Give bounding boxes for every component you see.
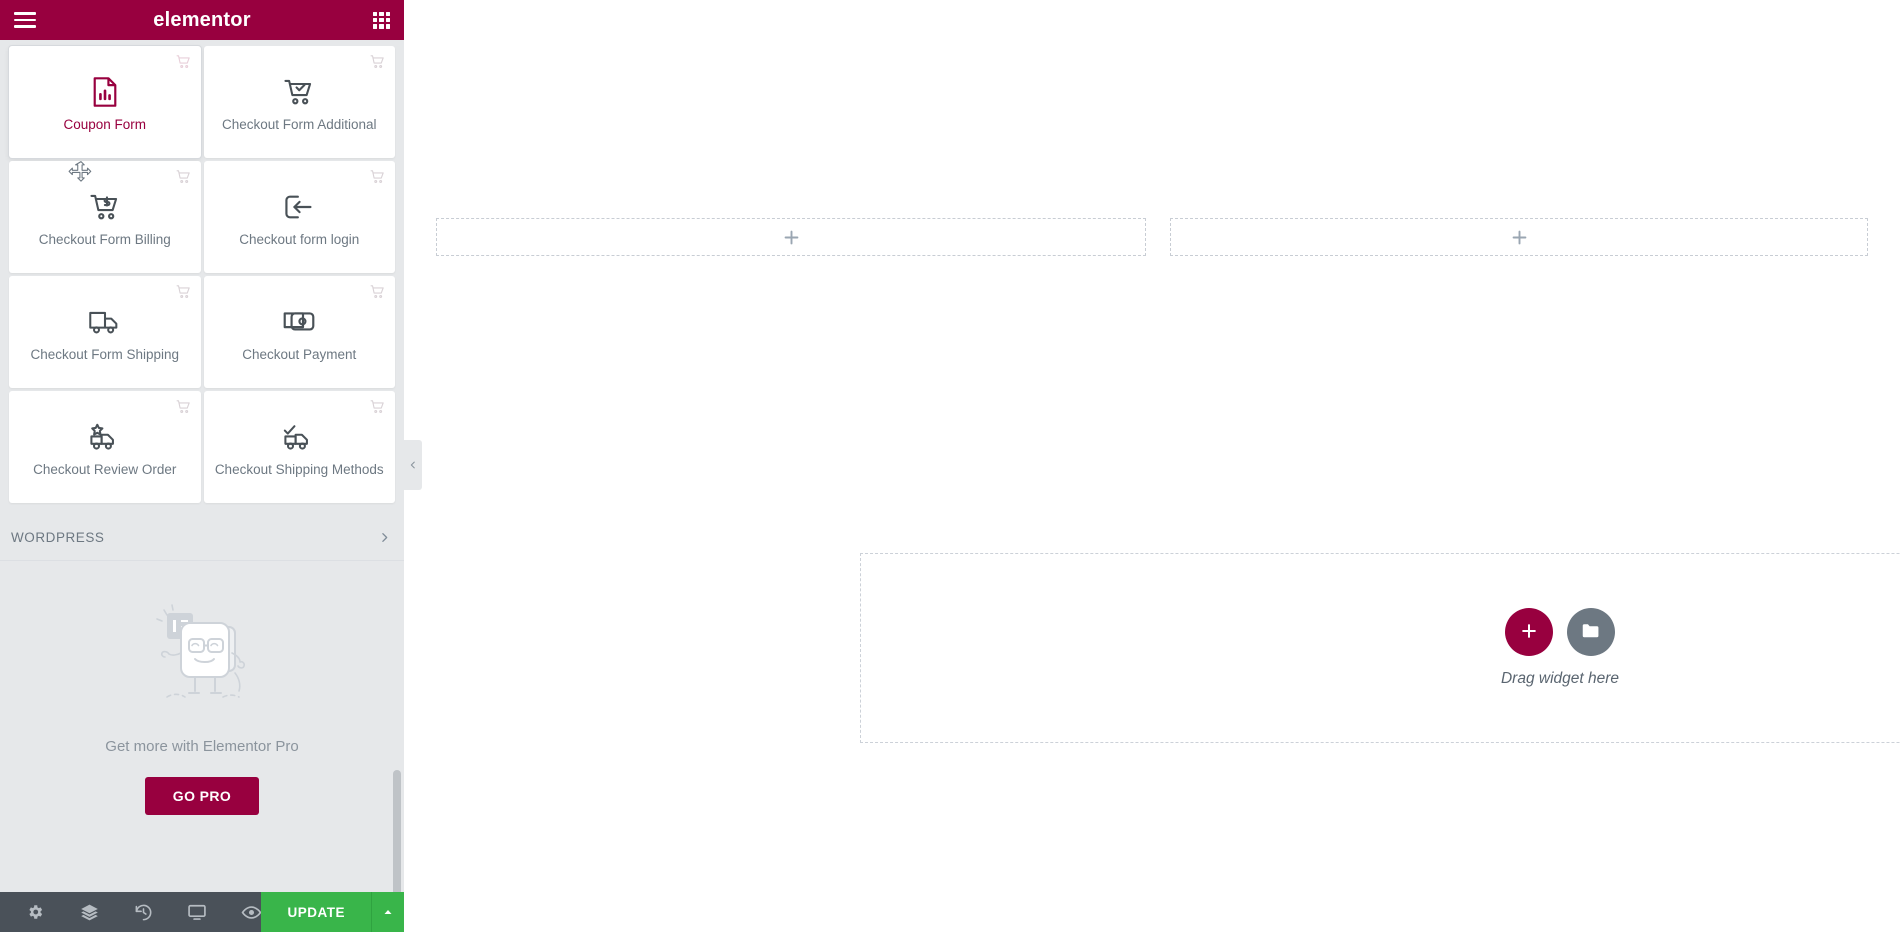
history-revisions-icon[interactable] — [116, 892, 170, 932]
add-new-section-button[interactable] — [1505, 608, 1553, 656]
widget-label: Checkout Payment — [242, 346, 357, 362]
dropzone-left[interactable] — [436, 218, 1146, 256]
widget-card-checkout-review-order[interactable]: Checkout Review Order — [9, 391, 201, 503]
widget-label: Coupon Form — [63, 116, 147, 132]
folder-template-icon — [1580, 620, 1602, 645]
cart-badge-icon — [175, 53, 192, 70]
widget-card-checkout-shipping-methods[interactable]: Checkout Shipping Methods — [203, 391, 395, 503]
promo-text: Get more with Elementor Pro — [105, 738, 299, 755]
plus-icon — [782, 228, 801, 247]
widget-card-checkout-payment[interactable]: Checkout Payment — [203, 276, 395, 388]
hamburger-menu-icon[interactable] — [14, 12, 36, 28]
widget-label: Checkout Shipping Methods — [214, 461, 384, 477]
widgets-grid-icon[interactable] — [373, 11, 390, 29]
cart-badge-icon — [175, 168, 192, 185]
cart-dollar-icon — [89, 186, 121, 228]
cart-badge-icon — [369, 283, 386, 300]
section-title: WORDPRESS — [11, 530, 105, 545]
panel-scroll-area[interactable]: Coupon Form Checkout Form Additional Che… — [0, 40, 404, 892]
panel-scrollbar[interactable] — [393, 770, 401, 892]
elementor-panel: elementor Coupon Form Checkout Form Addi… — [0, 0, 422, 932]
cart-badge-icon — [369, 398, 386, 415]
widget-label: Checkout Form Shipping — [30, 346, 180, 362]
elementor-editor: elementor Coupon Form Checkout Form Addi… — [0, 0, 1900, 932]
widget-card-checkout-form-login[interactable]: Checkout form login — [203, 161, 395, 273]
drag-widget-hint: Drag widget here — [1500, 670, 1620, 687]
panel-header: elementor — [0, 0, 404, 40]
widget-card-coupon-form[interactable]: Coupon Form — [9, 46, 201, 158]
settings-gear-icon[interactable] — [8, 892, 62, 932]
widget-label: Checkout Form Billing — [38, 231, 171, 247]
responsive-mode-icon[interactable] — [170, 892, 224, 932]
cart-badge-icon — [369, 53, 386, 70]
widget-card-checkout-form-billing[interactable]: Checkout Form Billing — [9, 161, 201, 273]
add-section-buttons — [1505, 608, 1615, 656]
cart-badge-icon — [369, 168, 386, 185]
widget-card-checkout-form-shipping[interactable]: Checkout Form Shipping — [9, 276, 201, 388]
caret-up-icon[interactable] — [371, 892, 404, 932]
elementor-pro-promo: Get more with Elementor Pro GO PRO — [0, 561, 404, 815]
chevron-right-icon — [378, 531, 391, 544]
truck-icon — [88, 301, 122, 343]
cart-badge-icon — [175, 283, 192, 300]
update-button[interactable]: UPDATE — [261, 892, 371, 932]
payment-cards-icon — [283, 301, 315, 343]
plus-icon — [1519, 621, 1539, 644]
navigator-layers-icon[interactable] — [62, 892, 116, 932]
elementor-logo-text: elementor — [153, 8, 251, 31]
cart-badge-icon — [175, 398, 192, 415]
truck-star-icon — [88, 416, 122, 458]
widget-label: Checkout form login — [239, 231, 360, 247]
editor-canvas: Drag widget here — [404, 0, 1900, 932]
panel-footer: UPDATE — [0, 892, 404, 932]
truck-check-icon — [282, 416, 316, 458]
widget-label: Checkout Review Order — [33, 461, 177, 477]
coupon-document-chart-icon — [91, 71, 119, 113]
widget-label: Checkout Form Additional — [221, 116, 377, 132]
update-button-group: UPDATE — [261, 892, 404, 932]
section-header-wordpress[interactable]: WORDPRESS — [0, 515, 404, 561]
widget-grid: Coupon Form Checkout Form Additional Che… — [0, 40, 404, 503]
panel-collapse-toggle[interactable] — [404, 440, 422, 490]
dropzone-row — [436, 218, 1868, 256]
elementor-mascot-illustration — [137, 601, 267, 726]
dropzone-right[interactable] — [1170, 218, 1868, 256]
cart-check-icon — [283, 71, 315, 113]
add-template-button[interactable] — [1567, 608, 1615, 656]
login-arrow-icon — [283, 186, 315, 228]
add-new-section-area[interactable]: Drag widget here — [860, 553, 1900, 743]
widget-card-checkout-form-additional[interactable]: Checkout Form Additional — [203, 46, 395, 158]
plus-icon — [1510, 228, 1529, 247]
go-pro-button[interactable]: GO PRO — [144, 777, 260, 815]
